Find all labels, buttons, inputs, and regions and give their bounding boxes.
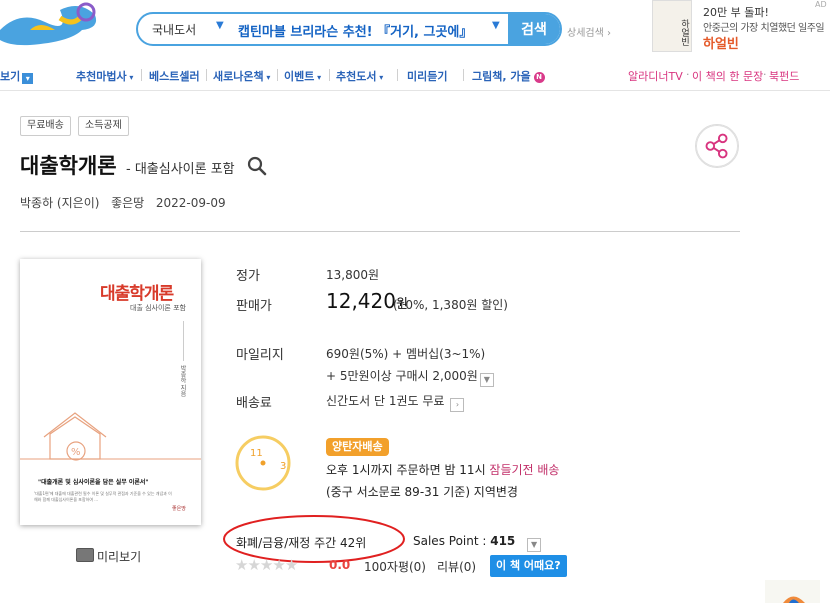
nav-item-new-books[interactable]: 새로나온책 ▾ [213,68,270,84]
aladin-logo[interactable] [0,0,110,50]
sales-point: Sales Point : 415 ▼ [413,534,542,552]
book-subtitle: - 대출심사이론 포함 [126,162,235,177]
author-line: 박종하 (지은이) 좋은땅 2022-09-09 [20,194,226,211]
preview-button[interactable]: 미리보기 [76,548,141,565]
clock-hour-11: 11 [250,448,263,459]
mileage-value: 690원(5%) + 멤버십(3~1%) [326,347,486,361]
star-icon: ★ [284,556,298,574]
nav-item-recommended-books[interactable]: 추천도서 ▾ [336,68,383,84]
rating-value: 0.0 [329,558,351,572]
publisher-link[interactable]: 좋은땅 [111,196,144,210]
discount-note: (10%, 1,380원 할인) [393,298,508,312]
search-button[interactable]: 검색 [508,14,560,44]
search-icon[interactable] [247,156,267,176]
ad-badge: AD [815,0,827,9]
new-badge: N [533,72,545,83]
shipping-label: 배송료 [236,396,272,411]
clock-icon: 11 3 [235,435,291,491]
star-icon: ★ [272,556,285,574]
chevron-down-icon[interactable]: ▼ [216,20,224,31]
book-icon [76,548,94,562]
clock-hour-3: 3 [280,461,286,472]
detail-search-link[interactable]: 상세검색 › [567,24,611,39]
chevron-down-icon: ▾ [376,73,384,82]
nav-item-bestseller[interactable]: 베스트셀러 [149,68,200,84]
cover-publisher-mark: 좋은땅 [172,506,186,512]
ad-book-image[interactable]: 하얼빈 [652,0,692,52]
chevron-down-icon: ▾ [126,73,134,82]
cover-subtitle: 대출 심사이론 포함 [130,304,186,312]
share-icon[interactable] [695,124,739,168]
dropdown-box-icon: ▾ [22,73,34,84]
chevron-down-icon: ▾ [314,73,322,82]
category-ranking[interactable]: 화폐/금융/재정 주간 42위 [236,534,366,551]
ad-book-title[interactable]: 하얼빈 [703,33,739,52]
tag-tax-deduction: 소득공제 [78,116,129,136]
nav-item-recommend-wizard[interactable]: 추천마법사 ▾ [76,68,133,84]
sale-price-label: 판매가 [236,299,272,314]
house-percent-icon: % [20,412,201,461]
ad-headline[interactable]: 20만 부 돌파! [703,4,769,20]
star-icon: ★ [235,556,248,574]
cover-blurb: '대출1편'에 대출에 대출관련 필수 이론 및 실무적 관점과 기준을 수 있… [34,491,172,502]
short-review-link[interactable]: 100자평(0) [364,558,426,575]
svg-text:%: % [71,447,81,458]
cover-title: 대출학개론 [100,284,174,304]
mileage-extra: + 5만원이상 구매시 2,000원 ▼ [326,367,494,387]
book-cover-image[interactable]: 대출학개론 대출 심사이론 포함 박종하 지음 % "대출개론 및 심사이론을 … [20,259,201,525]
search-history-chevron-icon[interactable]: ▼ [492,20,500,31]
list-price-value: 13,800원 [326,268,380,282]
chevron-down-icon[interactable]: ▼ [479,373,494,387]
ad-text[interactable]: 안중근의 가장 치열했던 일주일 [703,19,825,34]
review-link[interactable]: 리뷰(0) [437,558,476,575]
carpet-delivery-badge: 양탄자배송 [326,438,389,456]
delivery-info: 오후 1시까지 주문하면 밤 11시 잠들기전 배송 [326,463,560,477]
mileage-label: 마일리지 [236,348,284,363]
nav-item-audio-preview[interactable]: 미리듣기 [407,68,447,84]
publish-date: 2022-09-09 [155,196,226,210]
chevron-down-icon[interactable]: ▼ [527,538,542,552]
book-title: 대출학개론 [20,154,117,178]
how-is-this-book-button[interactable]: 이 책 어때요? [490,555,567,577]
nav-link-book-sentence[interactable]: 이 책의 한 문장 [692,68,763,84]
nav-link-book-fund[interactable]: 북펀드 [769,68,799,84]
rating-stars: ★★★★★ [235,556,298,574]
divider [20,231,740,232]
search-scope-select[interactable]: 국내도서 [152,21,196,38]
star-icon: ★ [259,556,273,574]
delivery-highlight: 잠들기전 배송 [489,463,560,477]
nav-link-aladiner-tv[interactable]: 알라디너TV [628,68,683,84]
nav-item-events[interactable]: 이벤트 ▾ [284,68,321,84]
category-nav: 보기 ▾ 추천마법사 ▾ 베스트셀러 새로나온책 ▾ 이벤트 ▾ 추천도서 ▾ 미… [0,62,830,91]
shipping-value: 신간도서 단 1권도 무료 › [326,392,465,412]
search-bar: 국내도서 ▼ ▼ 검색 [136,12,562,46]
search-input[interactable] [236,17,512,43]
chevron-down-icon: ▾ [263,73,271,82]
star-icon: ★ [247,556,260,574]
chevron-right-icon[interactable]: › [450,398,465,412]
list-price-label: 정가 [236,269,260,284]
delivery-address[interactable]: (중구 서소문로 89-31 기준) 지역변경 [326,483,518,500]
nav-item-picture-books[interactable]: 그림책, 가을 N [472,68,545,84]
floating-widget-icon[interactable] [765,580,820,603]
cover-author: 박종하 지음 [179,365,186,397]
nav-item-view[interactable]: 보기 ▾ [0,68,34,84]
author-link[interactable]: 박종하 (지은이) [20,196,99,210]
tag-free-shipping: 무료배송 [20,116,71,136]
cover-line [183,321,184,361]
cover-caption: "대출개론 및 심사이론을 담은 실무 이론서" [38,479,149,486]
